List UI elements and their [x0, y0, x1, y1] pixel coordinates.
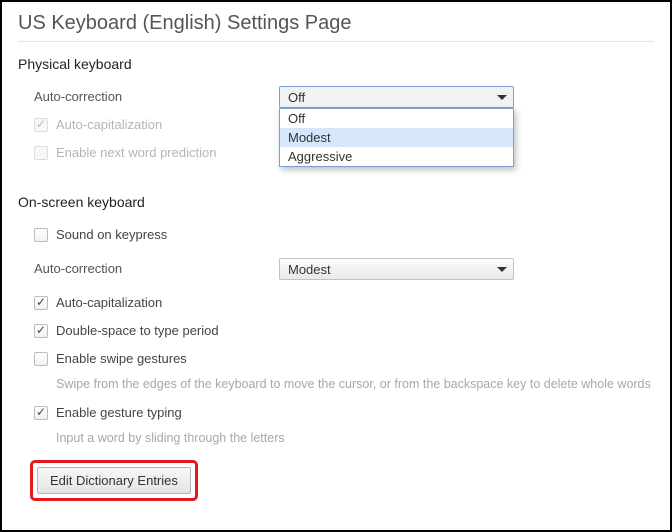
- physical-autocorrect-select[interactable]: Off: [279, 86, 514, 108]
- onscreen-swipe-help: Swipe from the edges of the keyboard to …: [18, 376, 654, 392]
- onscreen-autocorrect-row: Auto-correction Modest: [18, 258, 654, 280]
- spacer: [18, 170, 654, 188]
- edit-dictionary-callout: Edit Dictionary Entries: [30, 460, 198, 501]
- onscreen-gesture-help: Input a word by sliding through the lett…: [18, 430, 654, 446]
- physical-autocorrect-row: Auto-correction Off Off Modest Aggressiv…: [18, 86, 654, 108]
- page-title: US Keyboard (English) Settings Page: [18, 12, 654, 35]
- onscreen-swipe-checkbox[interactable]: [34, 352, 48, 366]
- onscreen-gesture-row: Enable gesture typing: [18, 402, 654, 424]
- physical-autocap-label: Auto-capitalization: [56, 114, 162, 136]
- onscreen-gesture-checkbox[interactable]: [34, 406, 48, 420]
- section-onscreen-heading: On-screen keyboard: [18, 194, 654, 210]
- settings-page: US Keyboard (English) Settings Page Phys…: [0, 0, 672, 532]
- onscreen-autocorrect-select[interactable]: Modest: [279, 258, 514, 280]
- onscreen-gesture-label: Enable gesture typing: [56, 402, 182, 424]
- onscreen-autocap-row: Auto-capitalization: [18, 292, 654, 314]
- onscreen-autocap-checkbox[interactable]: [34, 296, 48, 310]
- option-aggressive[interactable]: Aggressive: [280, 147, 513, 166]
- onscreen-sound-checkbox[interactable]: [34, 228, 48, 242]
- edit-dictionary-button[interactable]: Edit Dictionary Entries: [37, 467, 191, 494]
- physical-autocap-checkbox[interactable]: [34, 118, 48, 132]
- onscreen-autocap-label: Auto-capitalization: [56, 292, 162, 314]
- section-physical-heading: Physical keyboard: [18, 56, 654, 72]
- onscreen-swipe-row: Enable swipe gestures: [18, 348, 654, 370]
- option-off[interactable]: Off: [280, 109, 513, 128]
- onscreen-sound-label: Sound on keypress: [56, 224, 167, 246]
- onscreen-autocorrect-label: Auto-correction: [34, 258, 279, 280]
- physical-autocorrect-value: Off: [288, 90, 305, 105]
- onscreen-doublespace-label: Double-space to type period: [56, 320, 219, 342]
- physical-nextword-label: Enable next word prediction: [56, 142, 216, 164]
- chevron-down-icon: [497, 267, 507, 272]
- onscreen-doublespace-checkbox[interactable]: [34, 324, 48, 338]
- onscreen-doublespace-row: Double-space to type period: [18, 320, 654, 342]
- onscreen-sound-row: Sound on keypress: [18, 224, 654, 246]
- divider: [18, 41, 654, 42]
- physical-autocorrect-dropdown: Off Modest Aggressive: [279, 108, 514, 167]
- onscreen-swipe-label: Enable swipe gestures: [56, 348, 187, 370]
- physical-autocorrect-label: Auto-correction: [34, 86, 279, 108]
- onscreen-autocorrect-value: Modest: [288, 262, 331, 277]
- option-modest[interactable]: Modest: [280, 128, 513, 147]
- physical-nextword-checkbox[interactable]: [34, 146, 48, 160]
- chevron-down-icon: [497, 95, 507, 100]
